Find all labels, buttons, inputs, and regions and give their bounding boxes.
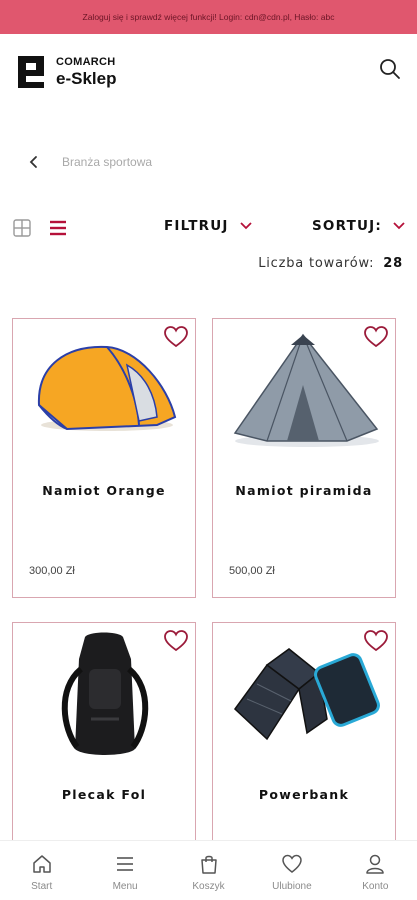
banner-text: Zaloguj się i sprawdź więcej funkcji! Lo… bbox=[82, 12, 335, 22]
list-view-icon[interactable] bbox=[48, 218, 68, 238]
sort-button[interactable]: SORTUJ: bbox=[312, 218, 406, 234]
chevron-down-icon bbox=[393, 222, 405, 230]
sort-label: SORTUJ: bbox=[312, 218, 382, 234]
product-card[interactable]: Namiot piramida 500,00 Zł bbox=[212, 318, 396, 598]
breadcrumb: Branża sportowa bbox=[24, 152, 152, 172]
nav-menu[interactable]: Menu bbox=[83, 841, 166, 900]
breadcrumb-category[interactable]: Branża sportowa bbox=[62, 155, 152, 169]
nav-account[interactable]: Konto bbox=[334, 841, 417, 900]
bottom-navigation: Start Menu Koszyk Ulubione Konto bbox=[0, 840, 417, 900]
product-name[interactable]: Namiot piramida bbox=[213, 483, 395, 498]
user-icon bbox=[366, 854, 385, 874]
heart-icon[interactable] bbox=[363, 325, 389, 349]
filter-button[interactable]: FILTRUJ bbox=[164, 218, 253, 234]
pyramid-tent-image bbox=[233, 333, 379, 447]
product-count: Liczba towarów: 28 bbox=[258, 256, 403, 271]
product-count-label: Liczba towarów: bbox=[258, 256, 375, 271]
nav-cart[interactable]: Koszyk bbox=[167, 841, 250, 900]
product-price: 300,00 Zł bbox=[29, 565, 75, 577]
chevron-left-icon[interactable] bbox=[24, 152, 44, 172]
nav-label: Koszyk bbox=[192, 881, 225, 892]
orange-tent-image bbox=[37, 345, 177, 431]
search-icon[interactable] bbox=[379, 58, 401, 80]
grid-view-icon[interactable] bbox=[12, 218, 32, 238]
nav-favorites[interactable]: Ulubione bbox=[250, 841, 333, 900]
product-card[interactable]: Namiot Orange 300,00 Zł bbox=[12, 318, 196, 598]
filter-label: FILTRUJ bbox=[164, 218, 229, 234]
nav-label: Ulubione bbox=[272, 881, 312, 892]
logo-brand: COMARCH bbox=[56, 56, 116, 68]
nav-label: Konto bbox=[362, 881, 389, 892]
heart-icon[interactable] bbox=[163, 629, 189, 653]
listing-toolbar: FILTRUJ SORTUJ: bbox=[0, 212, 417, 244]
logo-name: e-Sklep bbox=[56, 69, 117, 88]
nav-label: Menu bbox=[112, 881, 138, 892]
login-info-banner: Zaloguj się i sprawdź więcej funkcji! Lo… bbox=[0, 0, 417, 34]
product-count-value: 28 bbox=[383, 256, 403, 271]
product-price: 500,00 Zł bbox=[229, 565, 275, 577]
home-icon bbox=[32, 855, 51, 873]
chevron-down-icon bbox=[239, 222, 252, 230]
nav-label: Start bbox=[31, 881, 53, 892]
product-name[interactable]: Plecak Fol bbox=[13, 787, 195, 802]
header: COMARCH e-Sklep bbox=[0, 34, 417, 114]
backpack-image bbox=[61, 632, 149, 755]
menu-icon bbox=[117, 857, 134, 871]
comarch-e-logo-icon bbox=[18, 56, 44, 88]
product-name[interactable]: Namiot Orange bbox=[13, 483, 195, 498]
heart-icon[interactable] bbox=[163, 325, 189, 349]
nav-start[interactable]: Start bbox=[0, 841, 83, 900]
solar-powerbank-image bbox=[234, 648, 380, 741]
product-name[interactable]: Powerbank bbox=[213, 787, 395, 802]
heart-icon[interactable] bbox=[363, 629, 389, 653]
heart-icon bbox=[282, 854, 302, 873]
logo[interactable]: COMARCH e-Sklep bbox=[14, 54, 116, 90]
cart-icon bbox=[200, 855, 217, 874]
